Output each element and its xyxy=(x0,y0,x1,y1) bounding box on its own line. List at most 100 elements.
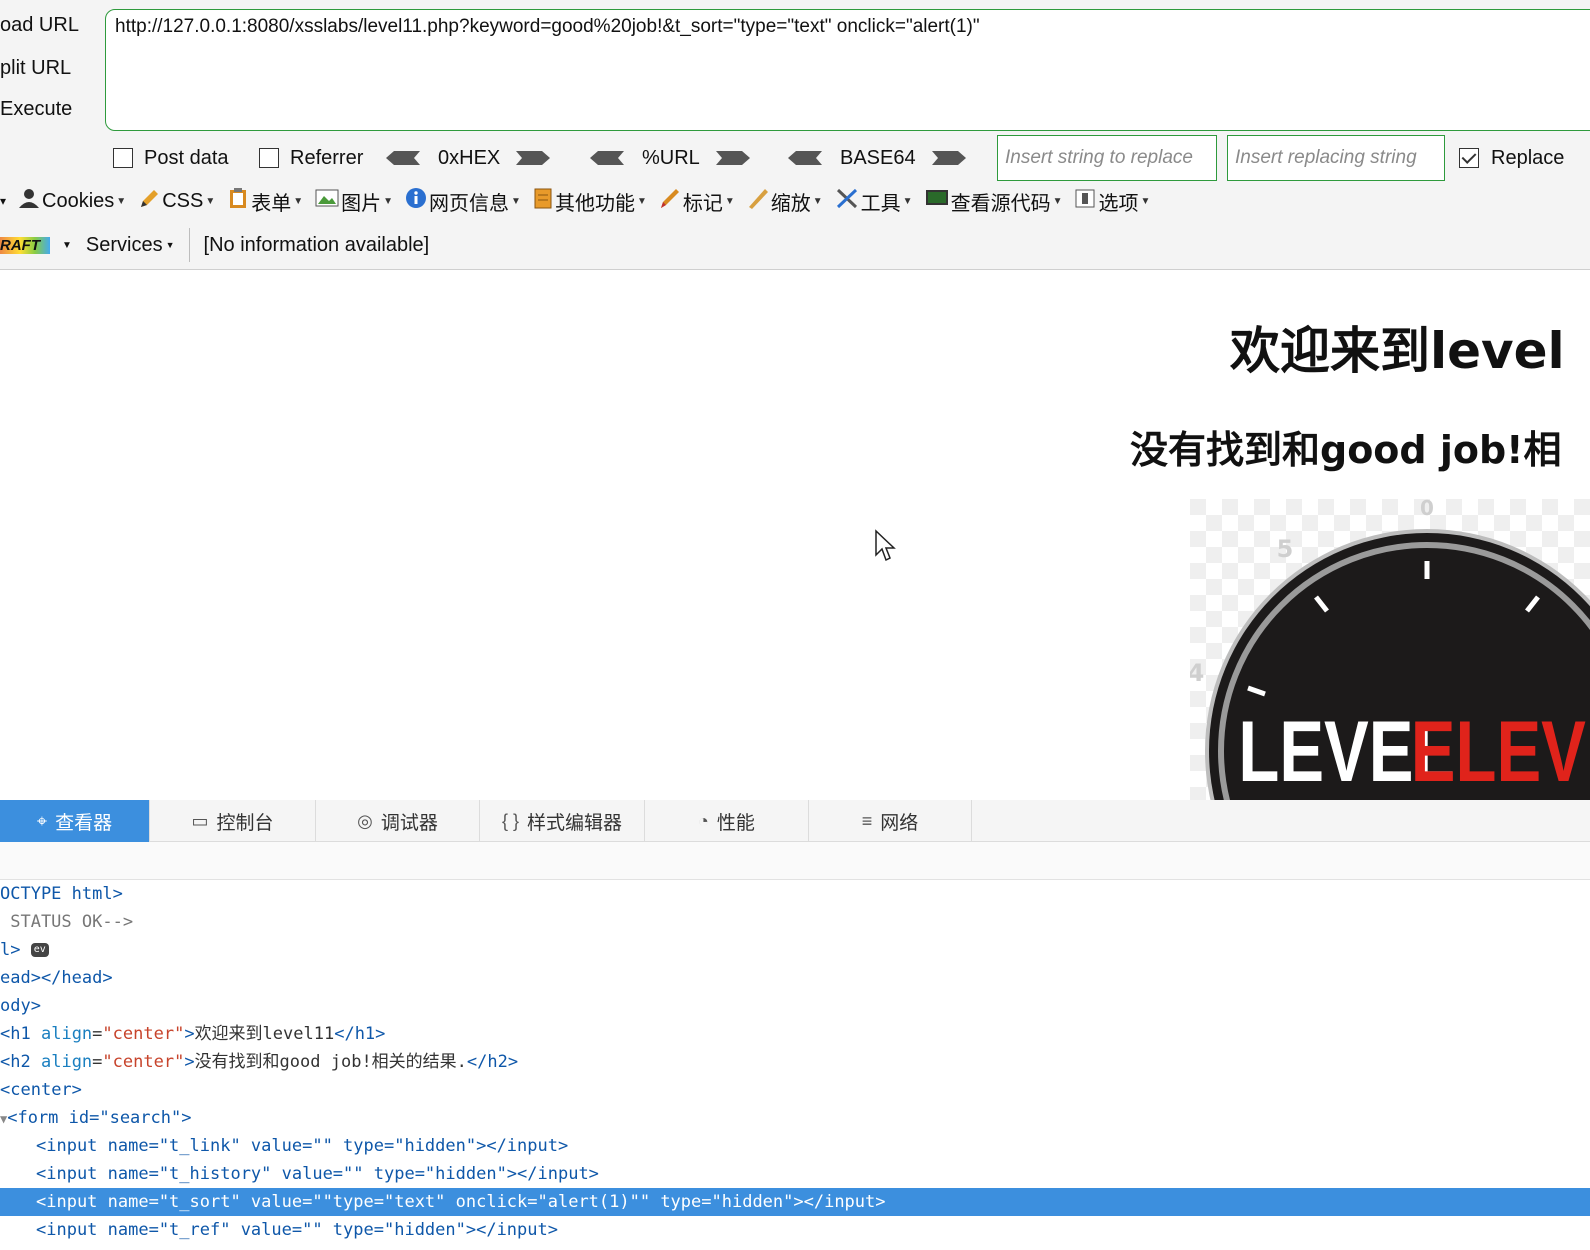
mouse-cursor-icon xyxy=(874,529,898,568)
page-heading: 欢迎来到level xyxy=(1230,322,1565,380)
hex-decode-arrow-icon[interactable] xyxy=(384,147,420,169)
menu-form[interactable]: 表单 ▼ xyxy=(227,187,303,216)
services-caret-icon[interactable]: ▼ xyxy=(166,240,175,250)
monitor-icon xyxy=(925,187,949,215)
tab-label: 网络 xyxy=(880,812,919,834)
code-line-selected[interactable]: <input name="t_sort" value=""type="text"… xyxy=(0,1188,1590,1216)
attr-name: align xyxy=(40,1052,93,1072)
menu-cookies[interactable]: Cookies ▼ xyxy=(18,187,126,215)
close-tag: </h2> xyxy=(466,1052,519,1072)
pencil-icon xyxy=(138,187,160,215)
attr-value: "center" xyxy=(102,1052,185,1072)
hackbar-panel: oad URL plit URL Execute http://127.0.0.… xyxy=(0,0,1590,270)
url-textarea[interactable]: http://127.0.0.1:8080/xsslabs/level11.ph… xyxy=(105,9,1590,131)
hex-label: 0xHEX xyxy=(438,146,501,169)
replace-checkbox[interactable]: Replace xyxy=(1459,135,1564,181)
replacing-string-input[interactable]: Insert replacing string xyxy=(1227,135,1445,181)
tab-debugger[interactable]: ◎ 调试器 xyxy=(316,800,480,842)
menu-tools[interactable]: 工具 ▼ xyxy=(835,187,913,216)
tab-label: 查看器 xyxy=(55,812,113,834)
craft-logo[interactable]: RAFT xyxy=(0,236,50,254)
code-line[interactable]: ▼<form id="search"> xyxy=(0,1104,1590,1132)
center-tag-text: center> xyxy=(10,1080,82,1100)
referrer-check[interactable] xyxy=(259,148,279,168)
dial-number: 4 xyxy=(1190,659,1204,687)
base64-label: BASE64 xyxy=(840,146,916,169)
markup-view: OCTYPE html> STATUS OK--> l> ev ead></he… xyxy=(0,880,1590,1244)
hex-encode-arrow-icon[interactable] xyxy=(516,147,552,169)
tab-network[interactable]: ≡ 网络 xyxy=(809,800,972,842)
html-tag-text: l> xyxy=(0,940,21,960)
debugger-icon: ◎ xyxy=(357,810,373,831)
split-url-button[interactable]: plit URL xyxy=(0,57,71,80)
menu-images[interactable]: 图片 ▼ xyxy=(315,187,393,216)
network-icon: ≡ xyxy=(861,810,873,831)
logo-caret-icon[interactable]: ▼ xyxy=(62,240,72,251)
menu-label: 图片 xyxy=(341,192,382,215)
menu-overflow-caret-icon[interactable]: ▾ xyxy=(0,194,6,208)
hex-encoder: 0xHEX xyxy=(384,135,552,181)
menu-view-source[interactable]: 查看源代码 ▼ xyxy=(925,187,1062,216)
code-line[interactable]: OCTYPE html> xyxy=(0,880,1590,908)
replace-check[interactable] xyxy=(1459,148,1479,168)
post-data-checkbox[interactable]: Post data xyxy=(113,135,229,181)
code-line[interactable]: <input name="t_link" value="" type="hidd… xyxy=(0,1132,1590,1160)
devtools-tabbar: ⌖ 查看器 ▭ 控制台 ◎ 调试器 { } 样式编辑器 ◔ 性能 ≡ 网络 xyxy=(0,800,1590,842)
tab-style-editor[interactable]: { } 样式编辑器 xyxy=(480,800,645,842)
menu-label: 工具 xyxy=(860,192,901,215)
tab-label: 调试器 xyxy=(380,812,438,834)
menu-label: 选项 xyxy=(1098,192,1139,215)
load-url-button[interactable]: oad URL xyxy=(0,14,79,37)
base64-decode-arrow-icon[interactable] xyxy=(786,147,822,169)
code-line[interactable]: l> ev xyxy=(0,936,1590,964)
clipboard-icon xyxy=(227,187,249,215)
menu-misc[interactable]: 其他功能 ▼ xyxy=(533,187,647,216)
page-viewport: 欢迎来到level 没有找到和good job!相 0 5 4 LEVEL EL… xyxy=(0,271,1590,800)
menu-label: 查看源代码 xyxy=(950,192,1051,215)
code-line[interactable]: ody> xyxy=(0,992,1590,1020)
dial-number: 0 xyxy=(1420,499,1434,520)
console-icon: ▭ xyxy=(191,810,209,831)
firebug-menu-row: ▾ Cookies ▼ CSS ▼ 表单 ▼ 图片 ▼ 网页信息 ▼ 其他功能 ▼ 标记 ▼ xyxy=(0,184,1162,218)
menu-page-info[interactable]: 网页信息 ▼ xyxy=(405,187,521,216)
menu-options[interactable]: 选项 ▼ xyxy=(1074,187,1150,216)
firebug-status-row: RAFT ▼ Services ▼ [No information availa… xyxy=(0,228,429,262)
post-data-check[interactable] xyxy=(113,148,133,168)
menu-outline[interactable]: 标记 ▼ xyxy=(659,187,735,216)
input-t-ref-text: <input name="t_ref" value="" type="hidde… xyxy=(36,1220,558,1240)
image-icon xyxy=(315,187,339,215)
menu-resize[interactable]: 缩放 ▼ xyxy=(747,187,823,216)
replace-string-input[interactable]: Insert string to replace xyxy=(997,135,1217,181)
code-line[interactable]: STATUS OK--> xyxy=(0,908,1590,936)
url-label: %URL xyxy=(642,146,700,169)
pen-icon xyxy=(659,187,681,215)
url-decode-arrow-icon[interactable] xyxy=(588,147,624,169)
inspector-icon: ⌖ xyxy=(36,810,48,831)
event-badge[interactable]: ev xyxy=(30,943,49,957)
tab-performance[interactable]: ◔ 性能 xyxy=(645,800,809,842)
menu-css[interactable]: CSS ▼ xyxy=(138,187,215,215)
code-line[interactable]: <h1 align="center">欢迎来到level11</h1> xyxy=(0,1020,1590,1048)
code-line[interactable]: <center> xyxy=(0,1076,1590,1104)
referrer-checkbox[interactable]: Referrer xyxy=(259,135,363,181)
base64-encode-arrow-icon[interactable] xyxy=(931,147,968,169)
input-t-link-text: <input name="t_link" value="" type="hidd… xyxy=(36,1136,569,1156)
execute-button[interactable]: Execute xyxy=(0,98,72,121)
tab-inspector[interactable]: ⌖ 查看器 xyxy=(0,800,150,842)
code-line[interactable]: <h2 align="center">没有找到和good job!相关的结果.<… xyxy=(0,1048,1590,1076)
referrer-label: Referrer xyxy=(290,146,364,169)
url-encode-arrow-icon[interactable] xyxy=(715,147,752,169)
services-menu[interactable]: Services xyxy=(86,234,163,257)
style-editor-icon: { } xyxy=(501,810,519,831)
code-line[interactable]: <input name="t_history" value="" type="h… xyxy=(0,1160,1590,1188)
info-status-text: [No information available] xyxy=(203,233,430,256)
post-data-label: Post data xyxy=(144,146,229,169)
input-t-sort-text: <input name="t_sort" value=""type="text"… xyxy=(36,1192,886,1212)
tab-console[interactable]: ▭ 控制台 xyxy=(150,800,316,842)
code-line[interactable]: <input name="t_ref" value="" type="hidde… xyxy=(0,1216,1590,1244)
inspector-toolbar xyxy=(0,842,1590,880)
tab-label: 样式编辑器 xyxy=(527,812,623,834)
menu-label: Cookies xyxy=(42,189,115,212)
base64-encoder: BASE64 xyxy=(786,135,968,181)
code-line[interactable]: ead></head> xyxy=(0,964,1590,992)
